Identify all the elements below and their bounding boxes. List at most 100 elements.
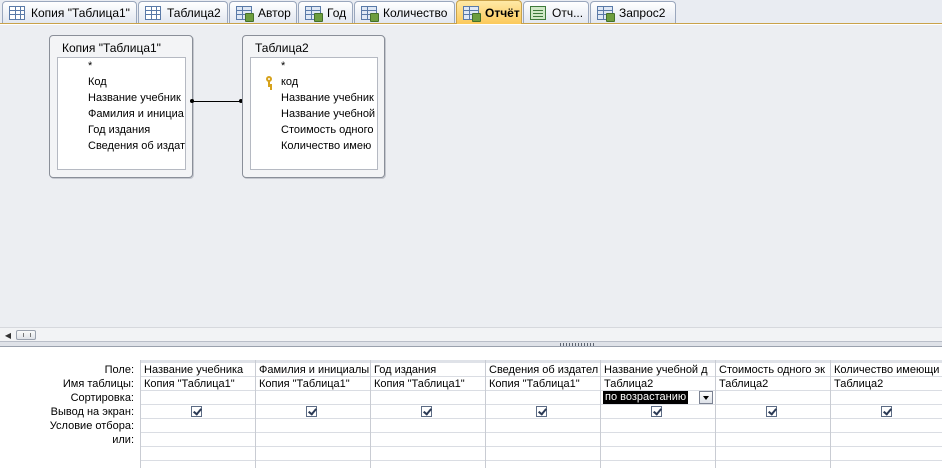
field-list-tablitsa2[interactable]: Таблица2 * код Название учебник Название… xyxy=(242,35,385,178)
relationship-line[interactable] xyxy=(192,101,242,102)
criteria-cell[interactable] xyxy=(486,419,600,433)
query-design-grid: Поле: Имя таблицы: Сортировка: Вывод на … xyxy=(0,347,942,468)
criteria-cell[interactable] xyxy=(831,419,942,433)
sort-order-dropdown[interactable]: по возрастанию xyxy=(603,391,714,404)
extra-cell[interactable] xyxy=(371,447,485,461)
sort-cell[interactable] xyxy=(371,391,485,405)
scroll-left-arrow-icon[interactable]: ◀ xyxy=(2,330,14,340)
extra-cell[interactable] xyxy=(601,447,715,461)
field-list-title[interactable]: Копия "Таблица1" xyxy=(50,36,192,56)
table-cell[interactable]: Копия "Таблица1" xyxy=(141,377,255,391)
field-item[interactable]: Название учебник xyxy=(251,90,377,106)
sort-cell[interactable] xyxy=(831,391,942,405)
sort-order-value[interactable]: по возрастанию xyxy=(603,391,689,404)
criteria-cell[interactable] xyxy=(601,419,715,433)
show-checkbox[interactable] xyxy=(421,406,432,417)
field-list-kopiya-tablitsa1[interactable]: Копия "Таблица1" * Код Название учебник … xyxy=(49,35,193,178)
or-cell[interactable] xyxy=(371,433,485,447)
tab-otchet[interactable]: Отчёт xyxy=(456,0,522,24)
tab-kopiya-tablitsa1[interactable]: Копия "Таблица1" xyxy=(2,1,137,23)
field-item[interactable]: Сведения об издат xyxy=(58,138,185,154)
tab-tablitsa2[interactable]: Таблица2 xyxy=(138,1,228,23)
sort-cell[interactable] xyxy=(486,391,600,405)
field-item[interactable]: * xyxy=(58,58,185,74)
table-cell[interactable]: Копия "Таблица1" xyxy=(486,377,600,391)
field-item[interactable]: Стоимость одного xyxy=(251,122,377,138)
or-cell[interactable] xyxy=(716,433,830,447)
criteria-cell[interactable] xyxy=(256,419,370,433)
show-checkbox[interactable] xyxy=(306,406,317,417)
field-item[interactable]: * xyxy=(251,58,377,74)
extra-cell[interactable] xyxy=(831,447,942,461)
tab-otch-report[interactable]: Отч... xyxy=(523,1,589,23)
query-icon xyxy=(305,5,323,22)
table-cell[interactable]: Таблица2 xyxy=(601,377,715,391)
table-cell[interactable]: Таблица2 xyxy=(831,377,942,391)
field-list-box[interactable]: * код Название учебник Название учебной … xyxy=(250,57,378,170)
extra-cell[interactable] xyxy=(256,447,370,461)
field-cell[interactable]: Количество имеющи xyxy=(831,363,942,377)
extra-cell[interactable] xyxy=(141,447,255,461)
field-list-title[interactable]: Таблица2 xyxy=(243,36,384,56)
field-list-box[interactable]: * Код Название учебник Фамилия и инициа … xyxy=(57,57,186,170)
grid-column[interactable]: Количество имеющи Таблица2 xyxy=(830,360,942,468)
sort-cell[interactable] xyxy=(141,391,255,405)
show-checkbox[interactable] xyxy=(766,406,777,417)
grid-column[interactable]: Год издания Копия "Таблица1" xyxy=(370,360,485,468)
field-item[interactable]: Год издания xyxy=(58,122,185,138)
grid-column[interactable]: Сведения об издател Копия "Таблица1" xyxy=(485,360,600,468)
show-checkbox[interactable] xyxy=(191,406,202,417)
show-checkbox[interactable] xyxy=(881,406,892,417)
field-cell[interactable]: Год издания xyxy=(371,363,485,377)
sort-cell[interactable] xyxy=(256,391,370,405)
show-checkbox[interactable] xyxy=(651,406,662,417)
chevron-down-icon[interactable] xyxy=(699,391,713,404)
show-checkbox[interactable] xyxy=(536,406,547,417)
sort-cell[interactable]: по возрастанию xyxy=(601,391,715,405)
sort-cell[interactable] xyxy=(716,391,830,405)
field-item[interactable]: Фамилия и инициа xyxy=(58,106,185,122)
field-item[interactable]: Код xyxy=(58,74,185,90)
criteria-cell[interactable] xyxy=(141,419,255,433)
field-item[interactable]: Количество имею xyxy=(251,138,377,154)
field-item[interactable]: Название учебник xyxy=(58,90,185,106)
grid-column[interactable]: Фамилия и инициалы Копия "Таблица1" xyxy=(255,360,370,468)
or-cell[interactable] xyxy=(486,433,600,447)
field-item[interactable]: Название учебной xyxy=(251,106,377,122)
field-cell[interactable]: Сведения об издател xyxy=(486,363,600,377)
extra-cell[interactable] xyxy=(486,447,600,461)
scrollbar-thumb[interactable] xyxy=(16,330,36,340)
table-cell[interactable]: Копия "Таблица1" xyxy=(256,377,370,391)
table-cell[interactable]: Таблица2 xyxy=(716,377,830,391)
tab-kolichestvo[interactable]: Количество xyxy=(354,1,455,23)
or-cell[interactable] xyxy=(831,433,942,447)
or-cell[interactable] xyxy=(601,433,715,447)
field-cell[interactable]: Название учебной д xyxy=(601,363,715,377)
extra-cell[interactable] xyxy=(716,447,830,461)
grid-column[interactable]: Название учебника Копия "Таблица1" xyxy=(140,360,255,468)
tab-zapros2[interactable]: Запрос2 xyxy=(590,1,676,23)
grid-row-labels: Поле: Имя таблицы: Сортировка: Вывод на … xyxy=(0,347,140,468)
table-pane: Копия "Таблица1" * Код Название учебник … xyxy=(0,25,942,327)
show-cell xyxy=(486,405,600,419)
criteria-cell[interactable] xyxy=(716,419,830,433)
field-cell[interactable]: Название учебника xyxy=(141,363,255,377)
field-item-key[interactable]: код xyxy=(251,74,377,90)
splitter-grip-icon[interactable] xyxy=(560,343,596,346)
criteria-cell[interactable] xyxy=(371,419,485,433)
query-icon xyxy=(236,5,254,22)
table-pane-scrollbar[interactable]: ◀ xyxy=(0,327,942,341)
field-cell[interactable]: Стоимость одного эк xyxy=(716,363,830,377)
tab-god[interactable]: Год xyxy=(298,1,353,23)
grid-column[interactable]: Стоимость одного эк Таблица2 xyxy=(715,360,830,468)
grid-column[interactable]: Название учебной д Таблица2 по возрастан… xyxy=(600,360,715,468)
table-icon xyxy=(9,5,25,20)
show-cell xyxy=(256,405,370,419)
or-cell[interactable] xyxy=(256,433,370,447)
table-cell[interactable]: Копия "Таблица1" xyxy=(371,377,485,391)
tab-avtor[interactable]: Автор xyxy=(229,1,297,23)
field-cell[interactable]: Фамилия и инициалы xyxy=(256,363,370,377)
document-tab-bar: Копия "Таблица1" Таблица2 Автор Год Коли… xyxy=(0,0,942,24)
tab-label: Копия "Таблица1" xyxy=(31,5,130,20)
or-cell[interactable] xyxy=(141,433,255,447)
